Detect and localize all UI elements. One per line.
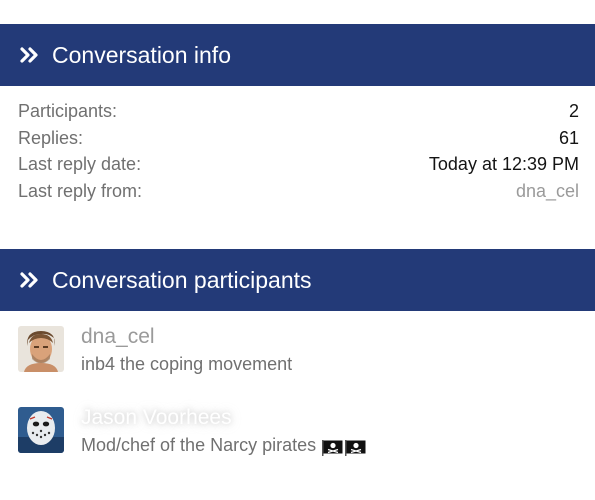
last-reply-date-label: Last reply date:	[18, 154, 142, 174]
participant-text: dna_cel inb4 the coping movement	[81, 324, 292, 377]
portrait-avatar[interactable]	[18, 326, 64, 372]
hockey-mask-avatar[interactable]	[18, 407, 64, 453]
participant-user-title: Mod/chef of the Narcy pirates	[81, 432, 366, 458]
participants-label: Participants:	[18, 101, 118, 121]
last-reply-user-link[interactable]: dna_cel	[516, 178, 579, 205]
conversation-participants-title: Conversation participants	[52, 266, 312, 293]
participant-title-text: Mod/chef of the Narcy pirates	[81, 435, 317, 455]
replies-label: Replies:	[18, 127, 84, 148]
info-row-last-reply-date: Last reply date: Today at 12:39 PM	[18, 151, 579, 178]
conversation-info-list: Participants: 2 Replies: 61 Last reply d…	[18, 98, 579, 204]
info-row-last-reply-from: Last reply from: dna_cel	[18, 178, 579, 205]
pirate-flag-icon	[345, 437, 366, 456]
participant-name-link[interactable]: dna_cel	[81, 324, 292, 350]
double-chevron-right-icon	[20, 46, 40, 64]
double-chevron-right-icon	[20, 271, 40, 289]
conversation-participants-header: Conversation participants	[0, 249, 595, 311]
replies-count: 61	[558, 127, 579, 148]
info-row-replies: Replies: 61	[18, 125, 579, 152]
pirate-flag-icon	[322, 437, 343, 456]
last-reply-from-label: Last reply from:	[18, 180, 143, 201]
badge-group	[322, 437, 366, 456]
participant-title-text: inb4 the coping movement	[81, 354, 293, 374]
participants-count: 2	[568, 101, 579, 121]
info-row-participants: Participants: 2	[18, 98, 579, 125]
participant-item: Jason Voorhees Mod/chef of the Narcy pir…	[18, 405, 578, 456]
participant-item: dna_cel inb4 the coping movement	[18, 324, 578, 374]
last-reply-date-value[interactable]: Today at 12:39 PM	[429, 151, 579, 178]
participant-user-title: inb4 the coping movement	[81, 351, 292, 377]
conversation-info-header: Conversation info	[0, 24, 595, 86]
conversation-info-title: Conversation info	[52, 41, 231, 68]
participant-text: Jason Voorhees Mod/chef of the Narcy pir…	[81, 405, 366, 458]
participant-name-link[interactable]: Jason Voorhees	[81, 405, 366, 431]
